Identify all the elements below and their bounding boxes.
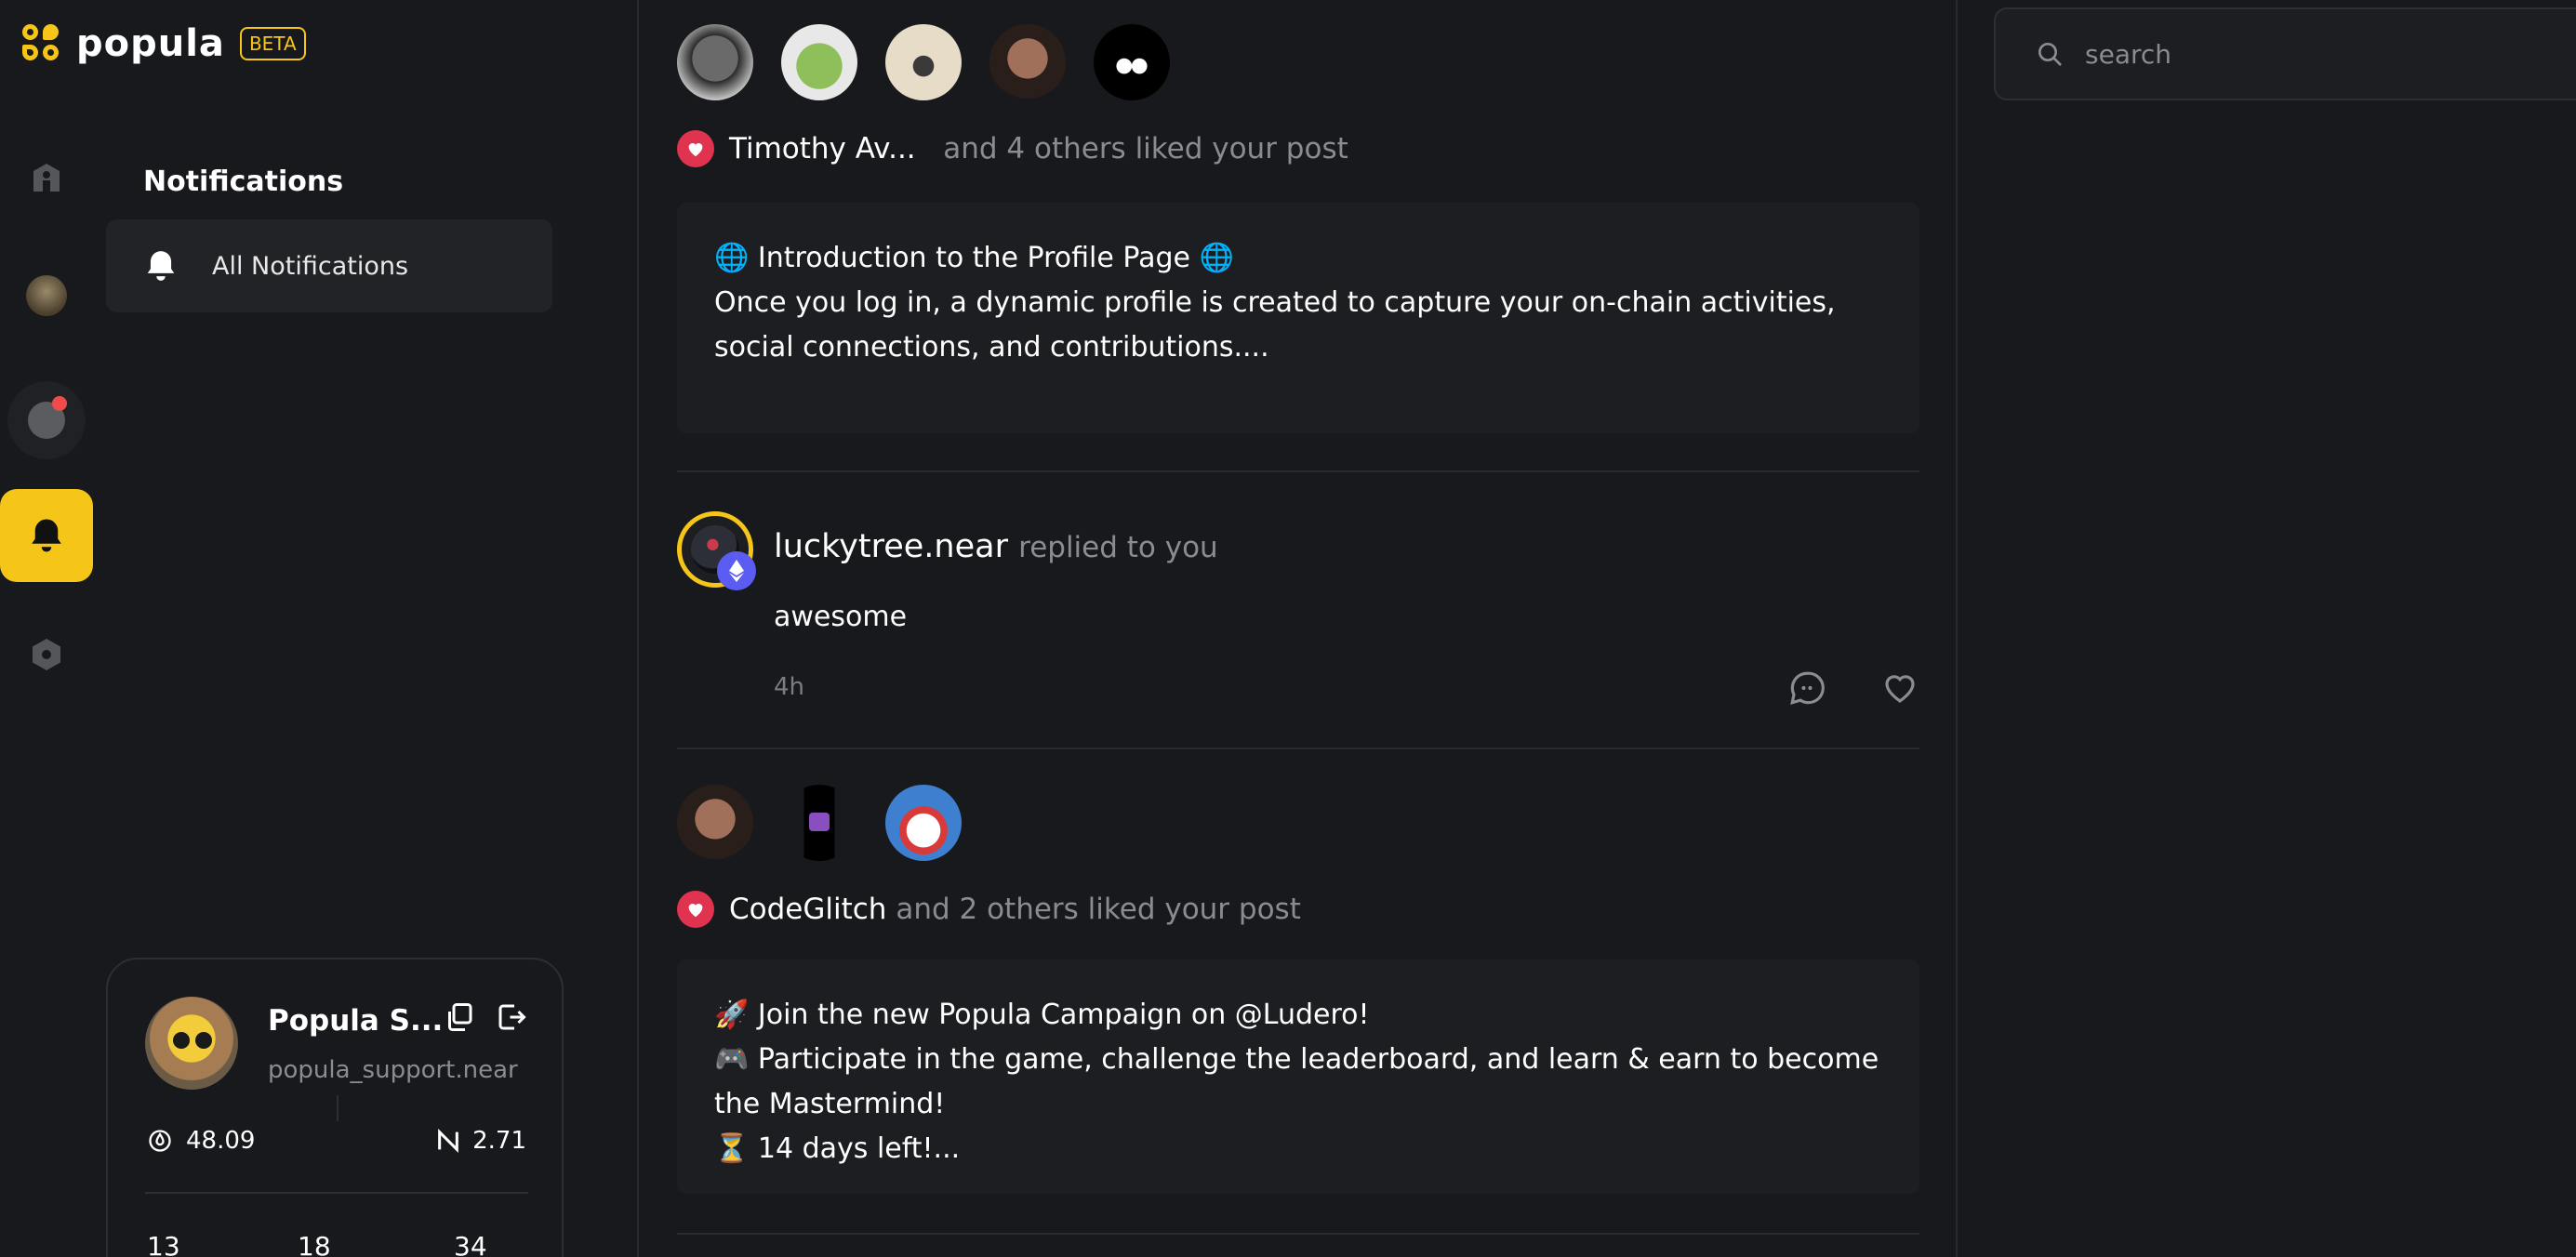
timestamp: 4h [774, 673, 805, 701]
heart-icon[interactable] [1880, 668, 1919, 708]
all-notifications-item[interactable]: All Notifications [106, 219, 552, 312]
avatar[interactable] [677, 511, 756, 590]
brand[interactable]: popula BETA [22, 22, 306, 65]
profile-name: Popula S... [268, 1004, 444, 1038]
search-icon [2038, 43, 2062, 66]
liker-avatars [677, 785, 962, 861]
actor-name[interactable]: CodeGlitch [729, 893, 886, 926]
popula-balance: 48.09 [147, 1127, 255, 1155]
avatar[interactable] [145, 997, 238, 1090]
post-line: Once you log in, a dynamic profile is cr… [714, 286, 1845, 364]
actor-name[interactable]: luckytree.near [774, 528, 1008, 565]
drop-icon [149, 1130, 171, 1152]
liker-avatars [677, 24, 1170, 100]
post-line: 🚀 Join the new Popula Campaign on @Luder… [714, 999, 1370, 1031]
like-text: and 4 others liked your post [943, 132, 1348, 165]
count-1[interactable]: 13 [147, 1231, 180, 1257]
all-notifications-label: All Notifications [212, 251, 409, 281]
profile-avatar[interactable] [26, 275, 67, 316]
avatar[interactable] [1094, 24, 1170, 100]
reply-text: awesome [774, 601, 908, 633]
liked-post-preview[interactable]: 🚀 Join the new Popula Campaign on @Luder… [677, 959, 1919, 1194]
divider [145, 1192, 528, 1194]
settings-icon[interactable] [26, 634, 67, 675]
search-box[interactable] [1994, 7, 2576, 100]
explore-icon[interactable] [7, 381, 86, 459]
like-text: and 2 others liked your post [896, 893, 1301, 926]
search-input[interactable] [2085, 38, 2550, 70]
avatar[interactable] [781, 785, 857, 861]
post-line: 🌐 Introduction to the Profile Page 🌐 [714, 242, 1234, 274]
logout-icon[interactable] [495, 1000, 528, 1034]
panel-title: Notifications [143, 165, 344, 198]
like-notification-2[interactable]: CodeGlitch and 2 others liked your post [677, 891, 1301, 928]
avatar[interactable] [677, 785, 753, 861]
brand-name: popula [76, 22, 225, 65]
near-balance: 2.71 [435, 1127, 526, 1155]
avatar[interactable] [885, 24, 962, 100]
reply-notification[interactable]: luckytree.near replied to you [774, 528, 1218, 565]
divider [1956, 0, 1958, 1257]
like-notification-1[interactable]: Timothy Av... and 4 others liked your po… [677, 130, 1348, 167]
bell-icon [147, 251, 175, 281]
divider [677, 1233, 1919, 1235]
near-balance-value: 2.71 [472, 1127, 526, 1155]
profile-handle: popula_support.near [268, 1056, 518, 1084]
count-3[interactable]: 34 [454, 1231, 487, 1257]
post-line: ⏳ 14 days left!... [714, 1132, 961, 1165]
left-rail: popula BETA [0, 0, 306, 1257]
count-2[interactable]: 18 [298, 1231, 331, 1257]
popula-balance-value: 48.09 [186, 1127, 256, 1155]
near-icon [438, 1129, 458, 1153]
post-line: 🎮 Participate in the game, challenge the… [714, 1043, 1888, 1120]
divider [337, 1095, 339, 1121]
divider [637, 0, 639, 1257]
home-icon[interactable] [26, 158, 67, 199]
bell-icon [32, 519, 61, 552]
reply-action-text: replied to you [1018, 531, 1218, 564]
heart-icon [677, 130, 714, 167]
ethereum-icon [717, 551, 756, 590]
unread-dot [52, 396, 67, 411]
divider [677, 748, 1919, 749]
avatar[interactable] [781, 24, 857, 100]
heart-icon [677, 891, 714, 928]
notification-feed: Timothy Av... and 4 others liked your po… [677, 0, 1919, 1257]
avatar[interactable] [989, 24, 1066, 100]
comment-icon[interactable] [1787, 668, 1826, 708]
beta-badge: BETA [239, 27, 306, 60]
popula-logo-icon [22, 23, 63, 64]
actor-name[interactable]: Timothy Av... [729, 132, 916, 165]
profile-card: Popula S... popula_support.near 48.09 2.… [106, 958, 564, 1257]
avatar[interactable] [677, 24, 753, 100]
avatar[interactable] [885, 785, 962, 861]
divider [677, 470, 1919, 472]
liked-post-preview[interactable]: 🌐 Introduction to the Profile Page 🌐 Onc… [677, 203, 1919, 433]
copy-icon[interactable] [443, 1000, 476, 1034]
notifications-nav-button[interactable] [0, 489, 93, 582]
